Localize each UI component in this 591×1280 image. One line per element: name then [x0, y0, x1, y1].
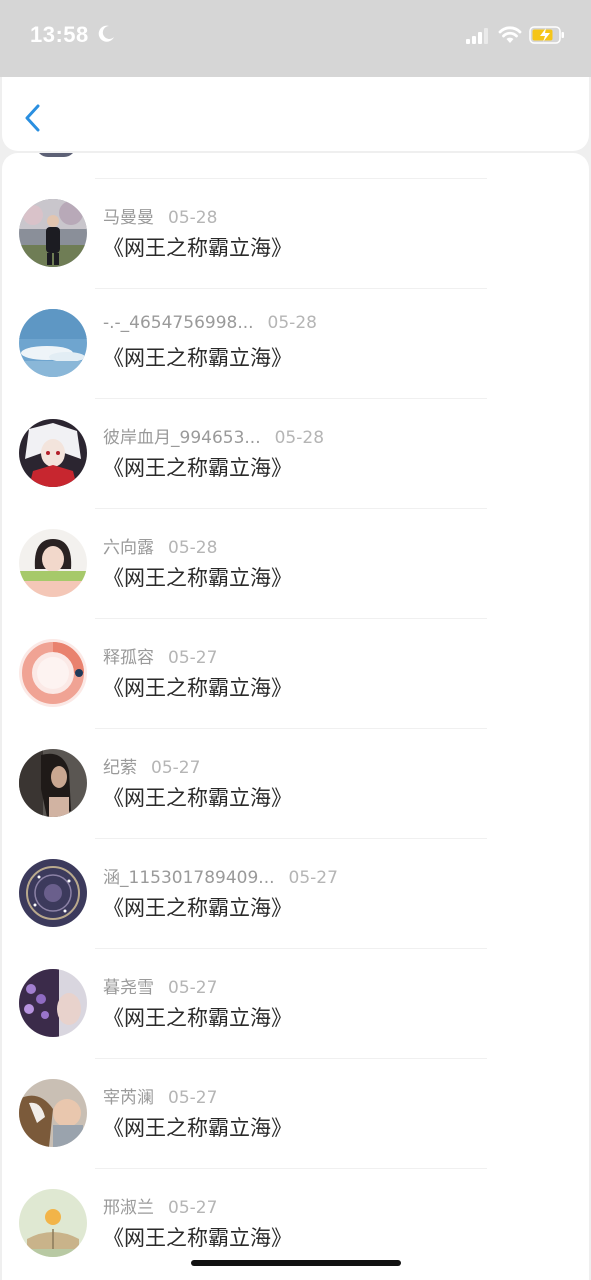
- user-name: 宰芮澜: [103, 1088, 154, 1108]
- item-meta: 涵_115301789409... 05-27: [103, 863, 338, 888]
- battery-charging-icon: [529, 26, 564, 44]
- user-name: 释孤容: [103, 648, 154, 668]
- item-meta: 宰芮澜 05-27: [103, 1083, 218, 1108]
- item-date: 05-27: [168, 648, 218, 668]
- list-item[interactable]: 释孤容 05-27 《网王之称霸立海》: [2, 619, 589, 729]
- avatar[interactable]: [19, 199, 87, 267]
- list-item[interactable]: 涵_115301789409... 05-27 《网王之称霸立海》: [2, 839, 589, 949]
- avatar[interactable]: [19, 529, 87, 597]
- item-date: 05-28: [274, 428, 325, 448]
- list-item[interactable]: 纪萦 05-27 《网王之称霸立海》: [2, 729, 589, 839]
- item-date: 05-27: [288, 868, 338, 888]
- book-title: 《网王之称霸立海》: [103, 566, 292, 590]
- avatar[interactable]: [19, 969, 87, 1037]
- book-title: 《网王之称霸立海》: [103, 1116, 292, 1140]
- home-indicator[interactable]: [191, 1260, 401, 1266]
- avatar[interactable]: [19, 1189, 87, 1257]
- item-meta: 六向露 05-28: [103, 533, 218, 558]
- list-item[interactable]: 六向露 05-28 《网王之称霸立海》: [2, 509, 589, 619]
- item-meta: 邢淑兰 05-27: [103, 1193, 218, 1218]
- user-name: 暮尧雪: [103, 978, 154, 998]
- list-item[interactable]: 彼岸血月_994653... 05-28 《网王之称霸立海》: [2, 399, 589, 509]
- item-date: 05-28: [168, 538, 218, 558]
- moon-icon: [98, 25, 114, 42]
- item-meta: -.-_4654756998... 05-28: [103, 313, 317, 337]
- book-title: 《网王之称霸立海》: [103, 456, 292, 480]
- avatar[interactable]: [19, 639, 87, 707]
- item-meta: 纪萦 05-27: [103, 753, 201, 778]
- avatar[interactable]: [19, 419, 87, 487]
- wifi-icon: [498, 26, 522, 43]
- comment-list: 马曼曼 05-28 《网王之称霸立海》 -.-_4654756998... 05-2…: [2, 153, 589, 1280]
- avatar[interactable]: [19, 749, 87, 817]
- item-date: 05-27: [151, 758, 201, 778]
- item-meta: 彼岸血月_994653... 05-28: [103, 423, 325, 448]
- nav-header: [2, 77, 589, 151]
- book-title: 《网王之称霸立海》: [103, 346, 292, 370]
- item-date: 05-27: [168, 978, 218, 998]
- status-time: 13:58: [30, 22, 89, 47]
- avatar[interactable]: [19, 1079, 87, 1147]
- avatar: [36, 153, 76, 157]
- item-meta: 暮尧雪 05-27: [103, 973, 218, 998]
- avatar[interactable]: [19, 309, 87, 377]
- list-item[interactable]: -.-_4654756998... 05-28 《网王之称霸立海》: [2, 289, 589, 399]
- item-date: 05-27: [168, 1088, 218, 1108]
- chevron-left-icon[interactable]: [22, 103, 44, 133]
- item-meta: 马曼曼 05-28: [103, 203, 218, 228]
- user-name: 涵_115301789409...: [103, 868, 275, 888]
- list-item[interactable]: 马曼曼 05-28 《网王之称霸立海》: [2, 179, 589, 289]
- item-date: 05-28: [168, 208, 218, 228]
- book-title: 《网王之称霸立海》: [103, 896, 292, 920]
- user-name: 彼岸血月_994653...: [103, 428, 261, 448]
- list-item[interactable]: 暮尧雪 05-27 《网王之称霸立海》: [2, 949, 589, 1059]
- book-title: 《网王之称霸立海》: [103, 1006, 292, 1030]
- status-bar: 13:58: [0, 0, 591, 77]
- item-date: 05-27: [168, 1198, 218, 1218]
- avatar[interactable]: [19, 859, 87, 927]
- book-title: 《网王之称霸立海》: [103, 676, 292, 700]
- signal-icon: [466, 28, 488, 44]
- book-title: 《网王之称霸立海》: [103, 236, 292, 260]
- user-name: -.-_4654756998...: [103, 313, 254, 333]
- book-title: 《网王之称霸立海》: [103, 786, 292, 810]
- user-name: 邢淑兰: [103, 1198, 154, 1218]
- user-name: 六向露: [103, 538, 154, 558]
- item-meta: 释孤容 05-27: [103, 643, 218, 668]
- item-date: 05-28: [267, 313, 317, 333]
- list-item[interactable]: 宰芮澜 05-27 《网王之称霸立海》: [2, 1059, 589, 1169]
- user-name: 马曼曼: [103, 208, 154, 228]
- book-title: 《网王之称霸立海》: [103, 1226, 292, 1250]
- user-name: 纪萦: [103, 758, 137, 778]
